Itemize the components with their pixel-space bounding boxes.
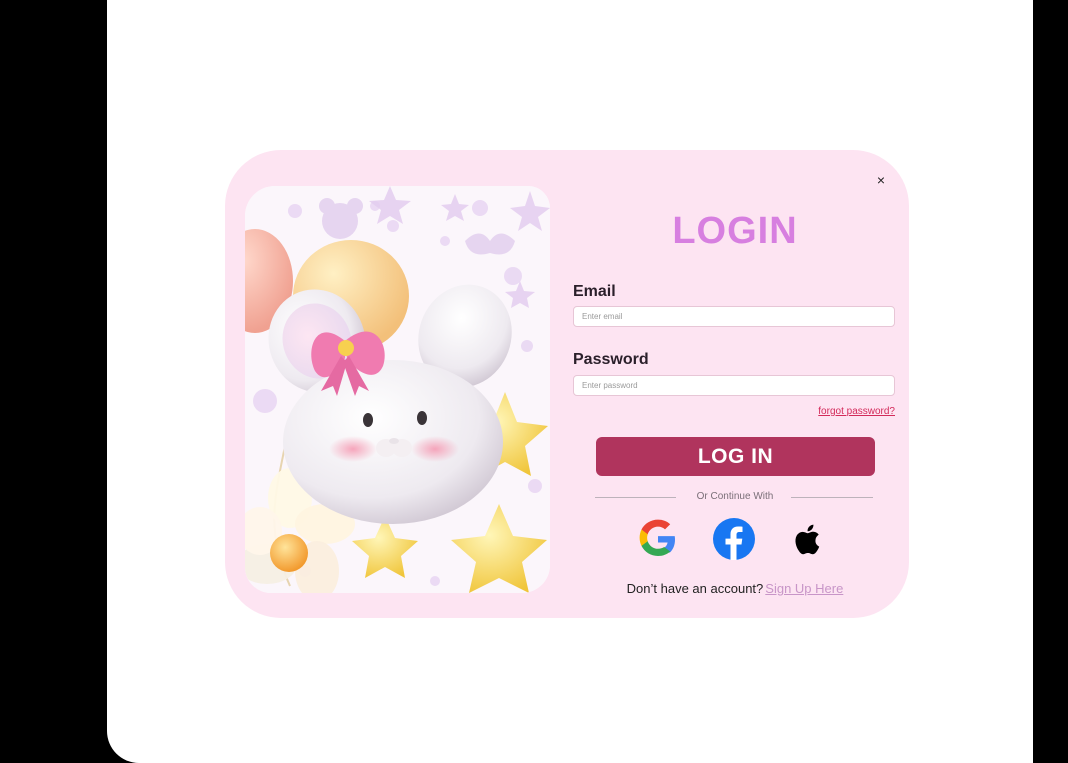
forgot-password-link[interactable]: forgot password? [785,406,895,417]
facebook-icon-graphic [713,518,755,560]
divider-line-right [791,497,873,498]
page-title: LOGIN [672,210,798,252]
login-button[interactable]: LOG IN [596,437,875,476]
google-icon[interactable] [637,518,679,560]
apple-icon[interactable] [786,518,828,560]
password-label: Password [573,351,649,368]
close-icon[interactable]: × [873,172,889,188]
signup-prompt-text: Don’t have an account? [626,581,764,596]
bunny-illustration-graphic [245,186,550,593]
signup-prompt-row: Don’t have an account? Sign Up Here [573,581,897,596]
facebook-icon[interactable] [713,518,755,560]
divider-line-left [595,497,676,498]
signup-link[interactable]: Sign Up Here [765,581,843,596]
password-field[interactable] [573,375,895,396]
email-label: Email [573,283,616,300]
login-card: × LOGIN Email Password forgot password? … [225,150,909,618]
bunny-illustration [245,186,550,593]
google-icon-graphic [639,519,675,556]
email-field[interactable] [573,306,895,327]
divider-text: Or Continue With [696,491,774,502]
apple-icon-graphic [795,524,820,555]
